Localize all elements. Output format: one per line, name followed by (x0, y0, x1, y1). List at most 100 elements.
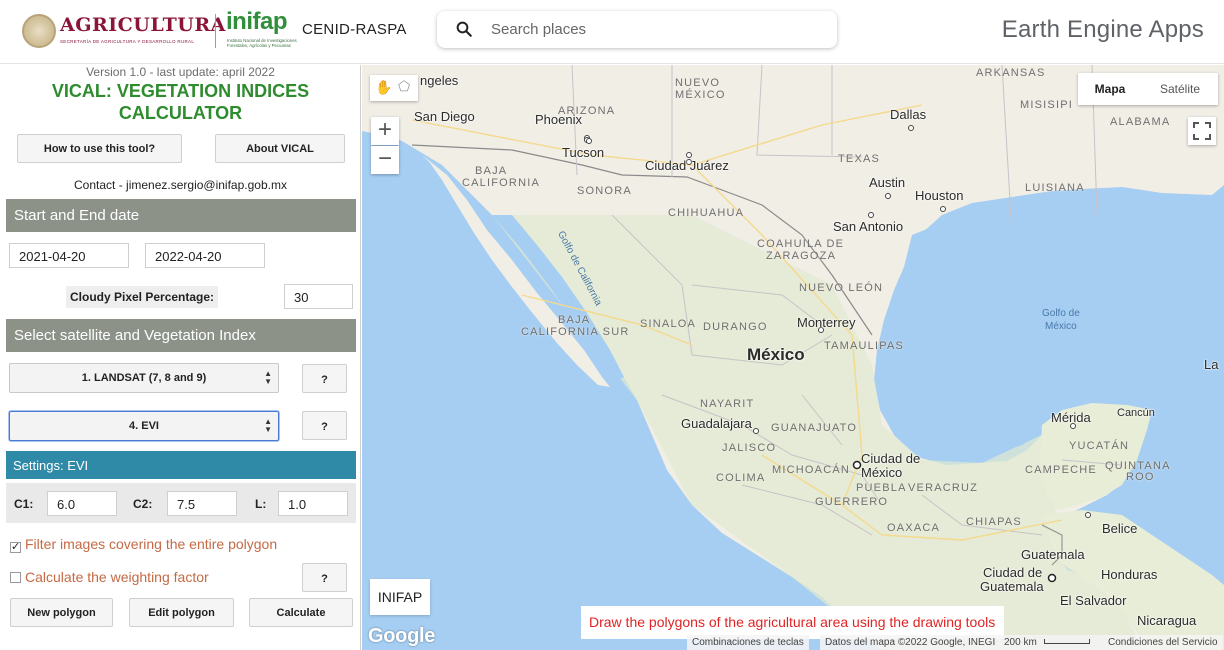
keyboard-shortcuts-link[interactable]: Combinaciones de teclas (687, 635, 809, 650)
map-label-monterrey: Monterrey (797, 315, 856, 330)
inifap-logo-word: inifap (226, 8, 288, 35)
map-label-michoacan: MICHOACÁN (772, 464, 851, 476)
map-label-el-salvador: El Salvador (1060, 593, 1127, 608)
agricultura-logo-title: AGRICULTURA (60, 14, 226, 36)
drawing-toolbar: ✋ ⬠ (370, 75, 418, 101)
map-label-baja: BAJA (475, 165, 508, 177)
map-label-guatemala-city: Guatemala (980, 579, 1044, 594)
fullscreen-icon (1193, 122, 1211, 140)
c1-field[interactable]: 6.0 (47, 491, 117, 516)
l-field[interactable]: 1.0 (278, 491, 348, 516)
map-label-dallas: Dallas (890, 107, 927, 122)
map-label-puebla: PUEBLA (856, 482, 907, 494)
scale-label: 200 km (1004, 637, 1037, 648)
satellite-help-button[interactable]: ? (302, 364, 347, 393)
map-label-chiapas: CHIAPAS (966, 516, 1022, 528)
map-label-veracruz: VERACRUZ (908, 482, 979, 494)
map-label-guerrero: GUERRERO (815, 496, 889, 508)
map-label-golfo-mexico: México (1045, 321, 1077, 332)
filter-polygon-checkbox-row[interactable]: ✓ Filter images covering the entire polyg… (10, 536, 277, 553)
map-label-tamaulipas: TAMAULIPAS (824, 340, 905, 352)
select-arrows-icon: ▲ ▼ (264, 417, 272, 434)
map-label-chihuahua: CHIHUAHUA (668, 207, 745, 219)
map-label-honduras: Honduras (1101, 567, 1158, 582)
map-label-nuevo: NUEVO (675, 77, 721, 89)
end-date-field[interactable]: 2022-04-20 (145, 243, 265, 268)
contact-text: Contact - jimenez.sergio@inifap.gob.mx (74, 178, 287, 192)
scale-bar-line (1043, 639, 1090, 644)
map-label-coahuila: COAHUILA DE (757, 238, 845, 250)
cloudy-pixel-field[interactable]: 30 (284, 284, 353, 309)
search-icon[interactable] (455, 20, 473, 38)
weighting-factor-checkbox[interactable] (10, 572, 21, 583)
map-label-phoenix: Phoenix (535, 112, 582, 127)
map-label-sonora: SONORA (577, 185, 632, 197)
agricultura-logo: AGRICULTURA SECRETARÍA DE AGRICULTURA Y … (22, 12, 225, 52)
polygon-draw-icon[interactable]: ⬠ (398, 78, 410, 95)
settings-body: C1: 6.0 C2: 7.5 L: 1.0 (6, 483, 356, 523)
map-label-mexico: México (747, 345, 805, 364)
map-label-luisiana: LUISIANA (1025, 182, 1085, 194)
l-label: L: (255, 497, 267, 511)
map-label-durango: DURANGO (703, 321, 768, 333)
weighting-help-button[interactable]: ? (302, 563, 347, 592)
edit-polygon-button[interactable]: Edit polygon (129, 598, 234, 627)
map-label-zaragoza: ZARAGOZA (766, 250, 837, 262)
weighting-factor-label: Calculate the weighting factor (25, 569, 209, 585)
vegetation-index-select[interactable]: 4. EVI ▲ ▼ (9, 411, 279, 441)
map-type-satelite[interactable]: Satélite (1142, 73, 1218, 105)
map-label-nuevo-mexico: MÉXICO (675, 89, 726, 101)
map-label-campeche: CAMPECHE (1025, 464, 1097, 476)
settings-header: Settings: EVI (6, 451, 356, 479)
map-label-ciudad-juarez: Ciudad Juárez (645, 158, 729, 173)
satellite-select-value: 1. LANDSAT (7, 8 and 9) (81, 372, 207, 384)
map-label-austin: Austin (869, 175, 906, 190)
calculate-button[interactable]: Calculate (249, 598, 353, 627)
inifap-layer-button[interactable]: INIFAP (370, 579, 430, 615)
scale-bar[interactable]: 200 km (999, 635, 1103, 650)
map-label-baja-california: CALIFORNIA (462, 177, 541, 189)
map-label-los-angeles: ngeles (420, 73, 459, 88)
how-to-use-button[interactable]: How to use this tool? (17, 134, 182, 163)
about-vical-button[interactable]: About VICAL (215, 134, 345, 163)
map-label-belice: Belice (1102, 521, 1138, 536)
map-type-mapa[interactable]: Mapa (1078, 73, 1142, 105)
map-label-san-diego: San Diego (414, 109, 475, 124)
satellite-select[interactable]: 1. LANDSAT (7, 8 and 9) ▲ ▼ (9, 363, 279, 393)
app-header: AGRICULTURA SECRETARÍA DE AGRICULTURA Y … (0, 0, 1224, 64)
vegetation-index-select-value: 4. EVI (129, 420, 159, 432)
map-label-la: La (1204, 357, 1219, 372)
center-name: CENID-RASPA (302, 21, 407, 38)
map-label-arkansas: ARKANSAS (976, 67, 1046, 79)
google-logo: Google (368, 625, 436, 647)
logo-divider (215, 14, 216, 48)
map-label-nicaragua: Nicaragua (1137, 613, 1197, 628)
filter-polygon-checkbox[interactable]: ✓ (10, 542, 21, 553)
dates-section-header: Start and End date (6, 199, 356, 232)
fullscreen-button[interactable] (1188, 117, 1216, 145)
hand-pan-icon[interactable]: ✋ (375, 79, 392, 96)
map-label-misisipi: MISISIPI (1020, 99, 1073, 111)
new-polygon-button[interactable]: New polygon (10, 598, 113, 627)
terms-of-service-link[interactable]: Condiciones del Servicio (1103, 635, 1223, 650)
zoom-in-button[interactable]: + (371, 117, 399, 145)
map-label-baja-california-sur: CALIFORNIA SUR (521, 326, 630, 338)
map-label-cancun: Cancún (1117, 407, 1155, 419)
place-search-box[interactable] (437, 11, 837, 48)
map-view[interactable]: ngeles San Diego ARIZONA Phoenix Tucson … (362, 65, 1224, 650)
search-input[interactable] (491, 18, 821, 40)
zoom-out-button[interactable]: − (371, 146, 399, 174)
c2-field[interactable]: 7.5 (167, 491, 237, 516)
weighting-factor-checkbox-row[interactable]: Calculate the weighting factor (10, 569, 209, 585)
map-label-guadalajara: Guadalajara (681, 416, 752, 431)
mexico-seal-icon (22, 14, 56, 48)
index-help-button[interactable]: ? (302, 411, 347, 440)
filter-polygon-label: Filter images covering the entire polygo… (25, 536, 278, 552)
inifap-logo-subtitle: Instituto Nacional de Investigaciones Fo… (227, 38, 297, 48)
version-text: Version 1.0 - last update: april 2022 (86, 65, 275, 79)
agricultura-logo-subtitle: SECRETARÍA DE AGRICULTURA Y DESARROLLO R… (60, 39, 195, 44)
map-label-alabama: ALABAMA (1110, 116, 1171, 128)
start-date-field[interactable]: 2021-04-20 (9, 243, 129, 268)
map-label-guatemala: Guatemala (1021, 547, 1085, 562)
earth-engine-apps-title[interactable]: Earth Engine Apps (1002, 16, 1204, 44)
